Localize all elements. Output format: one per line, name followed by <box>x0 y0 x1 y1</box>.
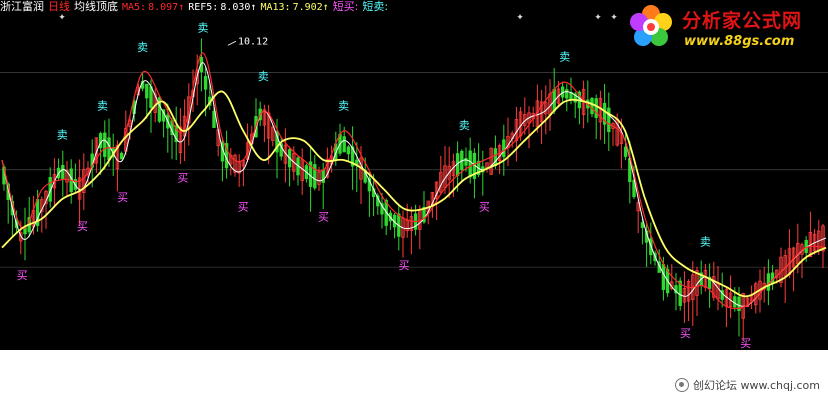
buy-signal-label: 买 <box>680 327 691 340</box>
candle-body <box>468 150 472 178</box>
candle-body <box>733 296 737 308</box>
sell-signal-label: 卖 <box>338 99 349 112</box>
watermark-text: 创幻论坛 www.chqj.com <box>692 379 820 392</box>
candle-body <box>565 89 569 99</box>
candle-body <box>119 152 124 160</box>
candle-body <box>502 139 506 158</box>
site-logo: 分析家公式网 www.88gs.com <box>622 0 828 60</box>
watermark-icon <box>674 378 689 392</box>
ma13-value: 7.902↑ <box>292 2 329 13</box>
short-buy-label: 短买: <box>332 0 359 13</box>
buy-signal-label: 买 <box>17 269 28 282</box>
footer-watermark: 创幻论坛 www.chqj.com <box>674 377 820 393</box>
sell-signal-label: 卖 <box>57 129 68 142</box>
buy-signal-label: 买 <box>398 259 409 272</box>
candle-body <box>103 132 107 157</box>
candle-body <box>607 107 611 133</box>
indicator-header: 浙江富润 日线 均线顶底 MA5: 8.097↑ REF5: 8.030↑ MA13: 7.90… <box>0 0 392 14</box>
candle-body <box>346 146 351 155</box>
buy-signal-label: 买 <box>177 171 188 184</box>
sell-signal-label: 卖 <box>559 51 570 64</box>
buy-signal-label: 买 <box>740 337 751 350</box>
candle-body <box>661 264 666 290</box>
logo-title: 分析家公式网 <box>682 10 803 32</box>
sell-signal-label: 卖 <box>459 119 470 132</box>
top-marker-icon: ✦ <box>516 13 524 23</box>
chart-panel[interactable]: 买卖买卖买卖买卖买卖买卖买卖买卖买卖买 10.12 ✦ ✦ ✦ ✦ 浙江富润 日线 均线顶底 M… <box>0 0 828 350</box>
candle-body <box>107 137 111 161</box>
candle-body <box>145 83 149 99</box>
candle-body <box>594 98 598 118</box>
sell-signal-label: 卖 <box>700 236 711 249</box>
candle-body <box>493 148 498 167</box>
ref5-label: REF5: <box>188 2 219 13</box>
buy-signal-label: 买 <box>479 201 490 214</box>
flower-logo-icon <box>630 5 672 46</box>
buy-signal-label: 买 <box>318 210 329 223</box>
logo-url: www.88gs.com <box>684 34 795 49</box>
buy-signal-label: 买 <box>238 201 249 214</box>
candle-body <box>149 86 153 108</box>
sell-signal-label: 卖 <box>137 41 148 54</box>
candle-body <box>766 273 771 291</box>
peak-price-label: 10.12 <box>238 36 268 47</box>
top-marker-icon: ✦ <box>58 13 66 23</box>
peak-price-pointer <box>227 40 237 46</box>
short-sell-label: 短卖: <box>362 0 389 13</box>
stock-name: 浙江富润 <box>0 0 44 13</box>
top-marker-icon: ✦ <box>610 13 618 23</box>
buy-signal-label: 买 <box>77 220 88 233</box>
ma13-label: MA13: <box>260 2 291 13</box>
ref5-value: 8.030↑ <box>220 2 257 13</box>
ma5-value: 8.097↑ <box>148 2 185 13</box>
ma5-label: MA5: <box>122 2 147 13</box>
period-label: 日线 <box>48 0 70 13</box>
indicator-name: 均线顶底 <box>74 0 118 13</box>
series-ma5-line <box>1 62 827 307</box>
sell-signal-label: 卖 <box>197 22 208 35</box>
series-ref5-line <box>1 52 827 310</box>
buy-signal-label: 买 <box>117 191 128 204</box>
sell-signal-label: 卖 <box>258 70 269 83</box>
candle-body <box>61 164 65 180</box>
top-marker-icon: ✦ <box>594 13 602 23</box>
candle-body <box>342 136 346 153</box>
candle-body <box>590 98 594 115</box>
sell-signal-label: 卖 <box>97 99 108 112</box>
candle-body <box>623 146 628 157</box>
candle-body <box>203 76 208 90</box>
